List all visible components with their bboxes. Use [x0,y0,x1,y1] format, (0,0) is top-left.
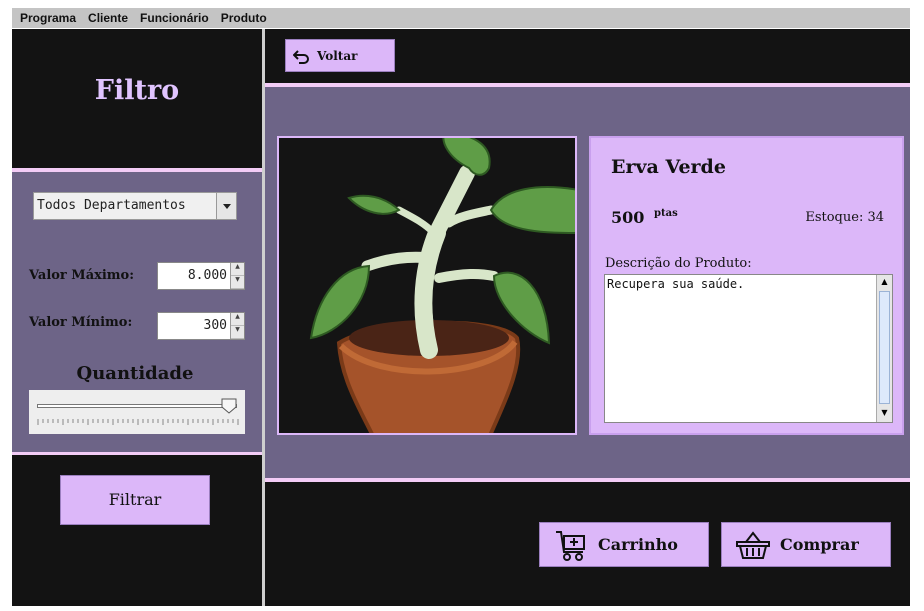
description-textarea[interactable]: Recupera sua saúde. ▲ ▼ [604,274,893,423]
scroll-thumb[interactable] [879,291,890,404]
spin-down-icon[interactable]: ▼ [231,326,244,339]
plant-image [309,138,575,433]
scroll-down-icon[interactable]: ▼ [878,408,891,420]
back-arrow-icon [293,49,309,64]
quantity-label: Quantidade [76,363,194,384]
min-value-spinner[interactable]: 300 ▲ ▼ [157,312,245,340]
spin-up-icon[interactable]: ▲ [231,313,244,326]
dropdown-button[interactable] [216,193,236,219]
slider-track [37,404,237,408]
spin-up-icon[interactable]: ▲ [231,263,244,276]
slider-ticks [37,419,239,425]
max-value-spinner[interactable]: 8.000 ▲ ▼ [157,262,245,290]
back-label: Voltar [317,48,358,63]
product-name: Erva Verde [611,156,726,178]
stock-label: Estoque: 34 [805,210,884,225]
cart-button[interactable]: Carrinho [539,522,709,567]
slider-thumb[interactable] [221,398,237,414]
description-scrollbar[interactable]: ▲ ▼ [876,275,892,422]
department-select[interactable]: Todos Departamentos [33,192,237,220]
bottom-bar: Carrinho Comprar [265,482,910,606]
description-text[interactable]: Recupera sua saúde. [607,277,744,291]
max-value-input[interactable]: 8.000 [188,268,227,283]
department-value: Todos Departamentos [37,198,186,213]
product-panel: Erva Verde 500 ptas Estoque: 34 Descriçã… [265,87,910,478]
filter-button[interactable]: Filtrar [60,475,210,525]
product-price: 500 [611,208,645,227]
basket-icon [736,530,770,559]
filter-panel: Todos Departamentos Valor Máximo: 8.000 … [12,172,262,452]
quantity-slider[interactable] [29,390,245,434]
description-label: Descrição do Produto: [605,256,752,271]
filter-action-panel: Filtrar [12,455,262,606]
min-spin-buttons[interactable]: ▲ ▼ [230,313,244,339]
product-info: Erva Verde 500 ptas Estoque: 34 Descriçã… [589,136,904,435]
back-button[interactable]: Voltar [285,39,395,72]
spin-down-icon[interactable]: ▼ [231,276,244,289]
menu-cliente[interactable]: Cliente [88,11,128,25]
min-value-input[interactable]: 300 [204,318,227,333]
scroll-up-icon[interactable]: ▲ [878,277,891,289]
chevron-down-icon [223,204,231,209]
menu-programa[interactable]: Programa [20,11,76,25]
filter-title: Filtro [94,75,180,106]
top-toolbar: Voltar [265,29,910,83]
menu-funcionario[interactable]: Funcionário [140,11,209,25]
product-image [277,136,577,435]
buy-label: Comprar [780,535,859,554]
menu-bar: Programa Cliente Funcionário Produto [12,8,910,28]
filter-title-panel: Filtro [12,29,262,168]
price-currency: ptas [654,208,678,219]
buy-button[interactable]: Comprar [721,522,891,567]
menu-produto[interactable]: Produto [221,11,267,25]
max-spin-buttons[interactable]: ▲ ▼ [230,263,244,289]
max-value-label: Valor Máximo: [29,268,135,283]
cart-label: Carrinho [598,535,678,554]
cart-icon [556,530,585,561]
min-value-label: Valor Mínimo: [29,315,133,330]
